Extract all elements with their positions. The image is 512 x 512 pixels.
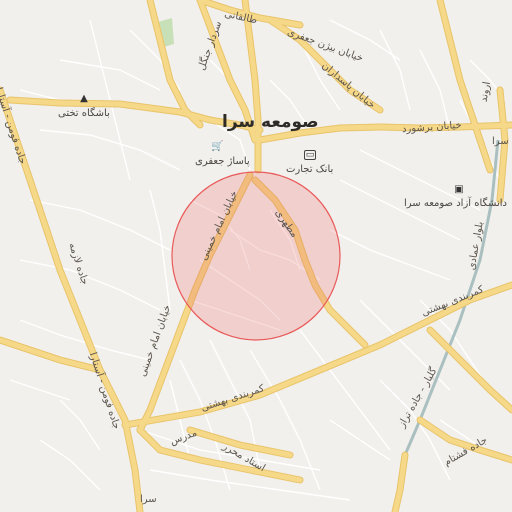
bank-icon[interactable]: ▭ — [304, 150, 316, 160]
club-label: باشگاه تختی — [58, 108, 110, 119]
university-icon[interactable]: ▣ — [453, 184, 465, 196]
gym-icon[interactable]: ▲ — [78, 93, 90, 105]
city-label: صومعه سرا — [222, 112, 319, 132]
road-label-sara-east: سرا — [492, 136, 509, 147]
university-label: دانشگاه آزاد صومعه سرا — [404, 198, 507, 209]
search-radius-circle[interactable] — [171, 171, 341, 341]
shopping-cart-icon[interactable]: 🛒 — [211, 141, 223, 153]
road-label-sara-bottom: سرا — [140, 494, 157, 505]
passage-label: پاساژ جعفری — [195, 156, 250, 167]
bank-label: بانک تجارت — [286, 164, 334, 175]
map-view[interactable]: صومعه سرا ▭ بانک تجارت 🛒 پاساژ جعفری ▲ ب… — [0, 0, 512, 512]
